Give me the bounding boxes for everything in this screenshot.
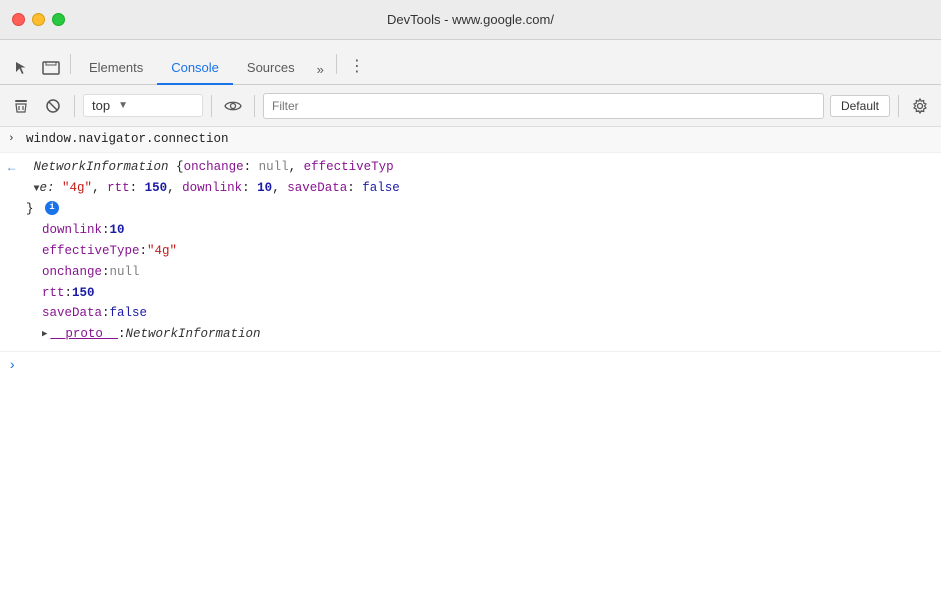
console-prompt-row: › — [0, 352, 941, 381]
filter-input[interactable] — [263, 93, 824, 119]
property-savedata: saveData: false — [0, 303, 155, 324]
eye-button[interactable] — [220, 93, 246, 119]
console-input-text: window.navigator.connection — [26, 130, 933, 149]
close-button[interactable] — [12, 13, 25, 26]
minimize-button[interactable] — [32, 13, 45, 26]
cursor-icon[interactable] — [8, 60, 36, 76]
console-input-row: › window.navigator.connection — [0, 127, 941, 153]
output-close-brace: } i — [26, 200, 59, 219]
proto-triangle[interactable]: ▶ — [42, 328, 47, 342]
context-selector[interactable]: top ▼ — [83, 94, 203, 117]
tab-divider-left — [70, 54, 71, 74]
tab-console[interactable]: Console — [157, 52, 233, 85]
property-downlink: downlink: 10 — [0, 220, 133, 241]
toolbar-divider-1 — [74, 95, 75, 117]
output-summary-line1: NetworkInformation {onchange: null, effe… — [26, 158, 394, 177]
window-controls — [12, 13, 65, 26]
info-icon[interactable]: i — [45, 201, 59, 215]
tab-sources[interactable]: Sources — [233, 52, 309, 85]
settings-button[interactable] — [907, 93, 933, 119]
context-value: top — [92, 98, 110, 113]
toolbar-divider-2 — [211, 95, 212, 117]
frame-icon[interactable] — [36, 60, 66, 76]
titlebar: DevTools - www.google.com/ — [0, 0, 941, 40]
toolbar-divider-3 — [254, 95, 255, 117]
property-rtt: rtt: 150 — [0, 283, 103, 304]
return-arrow: ← — [8, 158, 26, 177]
console-prompt-symbol[interactable]: › — [8, 356, 16, 377]
tab-divider-right — [336, 54, 337, 74]
class-name: NetworkInformation — [34, 160, 177, 174]
maximize-button[interactable] — [52, 13, 65, 26]
property-proto: ▶ __proto__: NetworkInformation — [0, 324, 268, 348]
chevron-down-icon: ▼ — [118, 100, 128, 111]
property-effectivetype: effectiveType: "4g" — [0, 241, 185, 262]
clear-console-button[interactable] — [8, 93, 34, 119]
console-area: › window.navigator.connection ← NetworkI… — [0, 127, 941, 615]
tab-more-button[interactable]: » — [309, 54, 332, 85]
property-onchange: onchange: null — [0, 262, 148, 283]
input-command: window.navigator.connection — [26, 132, 229, 146]
input-arrow: › — [8, 130, 26, 148]
console-toolbar: top ▼ Default — [0, 85, 941, 127]
toolbar-divider-4 — [898, 95, 899, 117]
log-level-button[interactable]: Default — [830, 95, 890, 117]
titlebar-title: DevTools - www.google.com/ — [387, 12, 554, 27]
tab-elements[interactable]: Elements — [75, 52, 157, 85]
output-summary-line2: ▼e: "4g", rtt: 150, downlink: 10, saveDa… — [26, 179, 400, 198]
block-button[interactable] — [40, 93, 66, 119]
console-output-row: ← NetworkInformation {onchange: null, ef… — [0, 153, 941, 352]
devtools-menu-button[interactable]: ⋮ — [341, 56, 373, 76]
tabbar: Elements Console Sources » ⋮ — [0, 40, 941, 85]
